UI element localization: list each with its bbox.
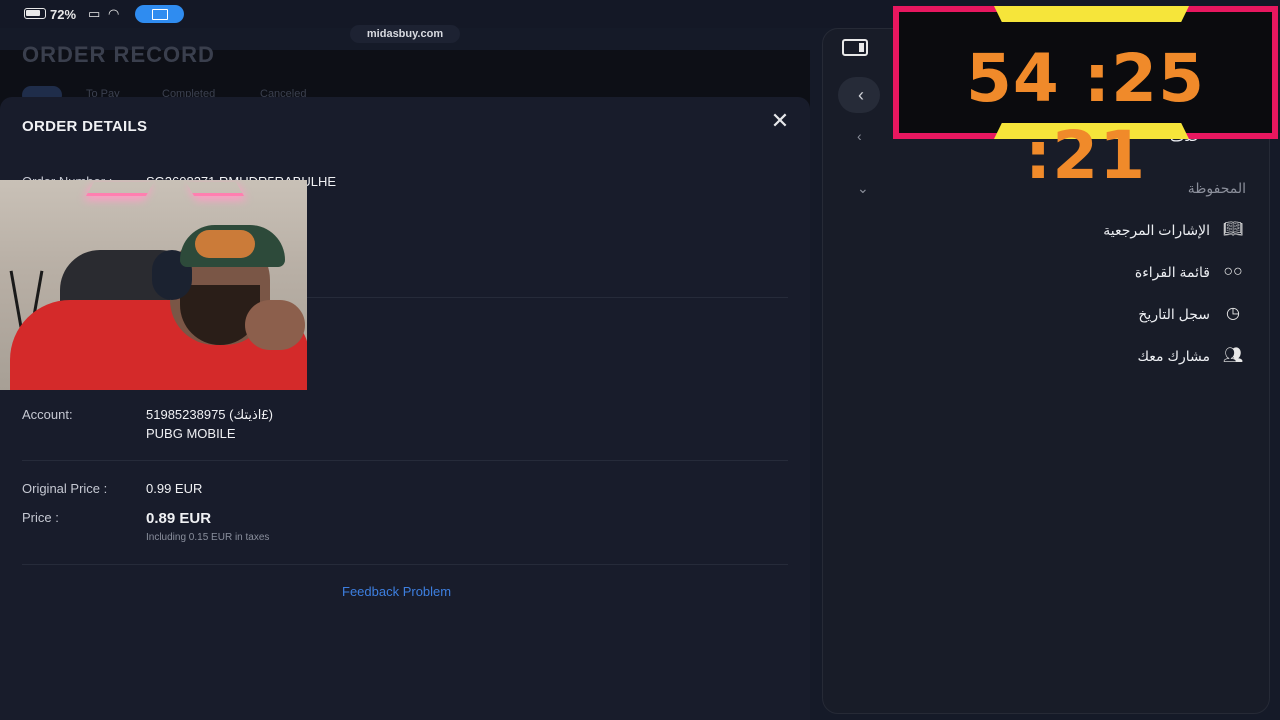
sidebar-item-label: مشارك معك [1137, 347, 1211, 364]
price-label: Price : [22, 510, 59, 525]
sidebar-item-bookmarks[interactable]: 📖︎ الإشارات المرجعية [1103, 219, 1246, 241]
sidebar-item-label: قائمة القراءة [1134, 263, 1210, 280]
game-name: PUBG MOBILE [146, 426, 236, 441]
feedback-problem-link[interactable]: Feedback Problem [342, 584, 451, 599]
account-value: 51985238975 (اذيتك£) [146, 407, 273, 422]
people-icon: 👥︎ [1222, 347, 1244, 364]
sidebar-item-label: الإشارات المرجعية [1103, 221, 1210, 238]
battery-percent: 72% [50, 7, 77, 22]
timer-accent-band [994, 6, 1189, 22]
webcam-overlay [0, 180, 307, 390]
sidebar-item-label: سجل التاريخ [1138, 305, 1210, 322]
back-button[interactable]: ‹ [838, 77, 880, 113]
screen-mirror-icon: ▭ [88, 6, 101, 21]
url-bar[interactable]: midasbuy.com [350, 25, 460, 43]
original-price-value: 0.99 EUR [146, 481, 203, 496]
chevron-left-icon[interactable]: ‹ [857, 128, 862, 144]
cap-print [195, 230, 255, 258]
divider [22, 460, 788, 461]
sidebar-item-shared-with-you[interactable]: 👥︎ مشارك معك [1138, 345, 1247, 367]
battery-icon [24, 8, 46, 19]
book-icon: 📖︎ [1222, 221, 1244, 238]
chevron-down-icon[interactable]: ⌄ [857, 180, 869, 197]
price-value: 0.89 EUR [146, 510, 212, 527]
tax-note: Including 0.15 EUR in taxes [146, 532, 270, 543]
sidebar-item-history[interactable]: ◷ سجل التاريخ [1138, 303, 1246, 325]
sidebar-toggle-icon[interactable] [842, 39, 868, 56]
neon-light [85, 182, 155, 196]
countdown-timer-overlay: 54 :25 :21 [893, 6, 1278, 194]
glasses-icon: ○○ [1223, 263, 1243, 280]
cast-icon[interactable] [135, 5, 184, 23]
neon-light [185, 182, 245, 196]
page-title: ORDER RECORD [22, 42, 215, 67]
timer-value: 54 :25 :21 [965, 40, 1206, 194]
person-hand [245, 300, 305, 350]
clock-icon: ◷ [1226, 305, 1240, 322]
close-icon[interactable]: ✕ [770, 110, 790, 132]
modal-title: ORDER DETAILS [22, 118, 148, 135]
account-label: Account: [22, 407, 73, 422]
wifi-icon: ◠ [108, 6, 120, 21]
original-price-label: Original Price : [22, 481, 108, 496]
sidebar-item-reading-list[interactable]: ○○ قائمة القراءة [1135, 261, 1246, 283]
divider [22, 564, 788, 565]
